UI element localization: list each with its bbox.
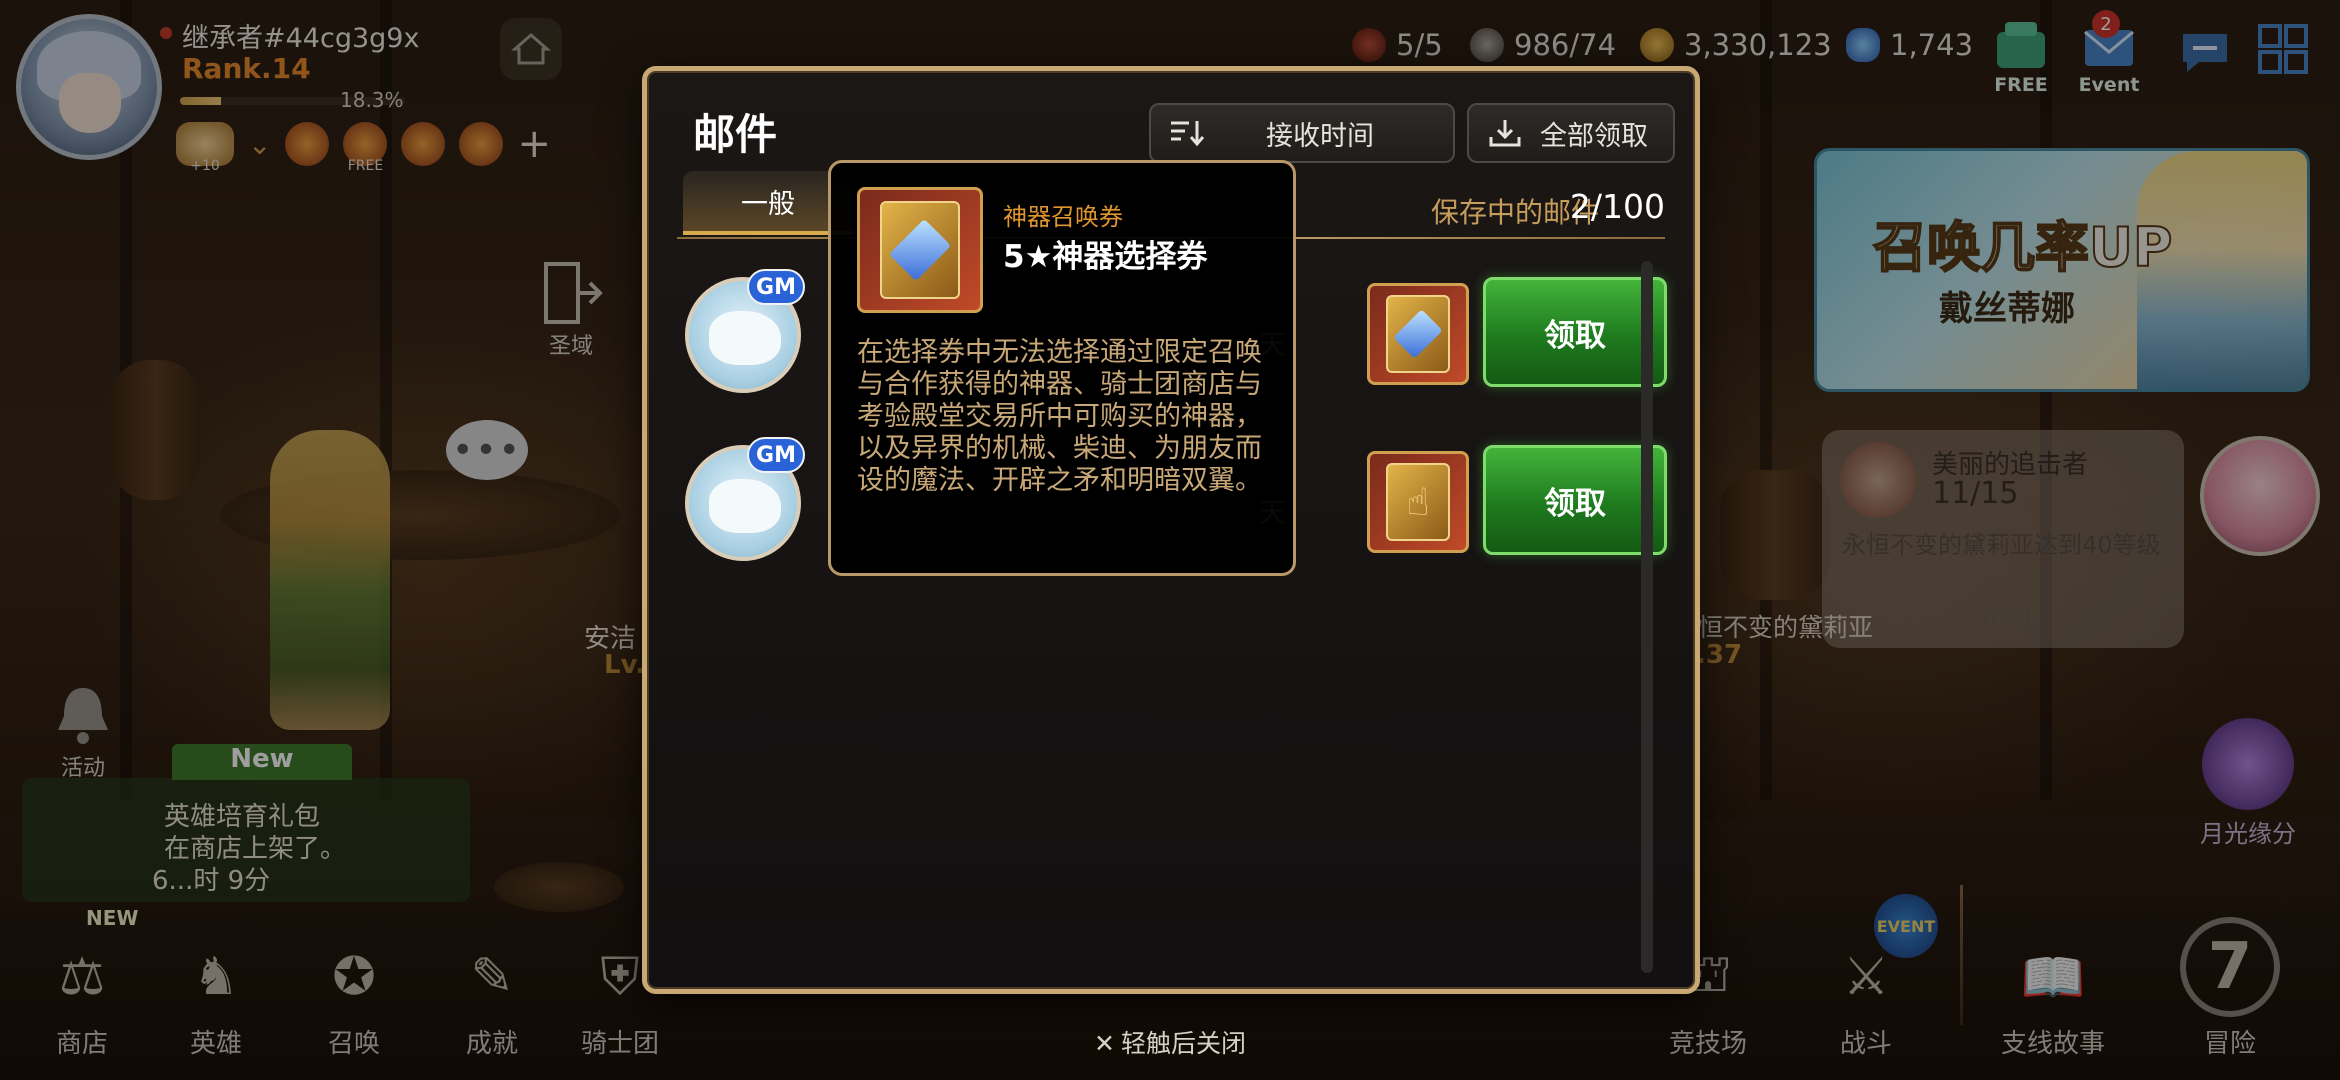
tooltip-category: 神器召唤券 (1003, 203, 1123, 231)
artifact-summon-ticket-icon[interactable]: ☝ (1367, 451, 1469, 553)
gm-badge: GM (747, 269, 805, 305)
mail-title: 邮件 (693, 110, 778, 159)
close-hint-label: 轻触后关闭 (1120, 1029, 1246, 1058)
artifact-select-ticket-icon (857, 187, 983, 313)
sort-label: 接收时间 (1266, 120, 1374, 152)
tap-to-close-hint[interactable]: ✕ 轻触后关闭 (0, 1024, 2340, 1060)
item-tooltip: 神器召唤券 5★神器选择券 在选择券中无法选择通过限定召唤与合作获得的神器、骑士… (828, 160, 1296, 576)
sort-by-time-button[interactable]: 接收时间 (1149, 103, 1455, 163)
tooltip-description: 在选择券中无法选择通过限定召唤与合作获得的神器、骑士团商店与考验殿堂交易所中可购… (857, 337, 1262, 496)
claim-all-label: 全部领取 (1540, 120, 1648, 152)
close-icon: ✕ (1094, 1029, 1115, 1058)
mail-list-scrollbar[interactable] (1641, 261, 1653, 973)
tooltip-item-name: 5★神器选择券 (1003, 239, 1208, 275)
saved-mail-count: 2/100 (1569, 187, 1665, 226)
claim-all-button[interactable]: 全部领取 (1467, 103, 1675, 163)
gm-badge: GM (747, 437, 805, 473)
claim-button[interactable]: 领取 (1483, 277, 1667, 387)
download-icon (1489, 120, 1521, 147)
sort-icon (1171, 121, 1205, 147)
claim-button[interactable]: 领取 (1483, 445, 1667, 555)
artifact-select-ticket-icon[interactable] (1367, 283, 1469, 385)
